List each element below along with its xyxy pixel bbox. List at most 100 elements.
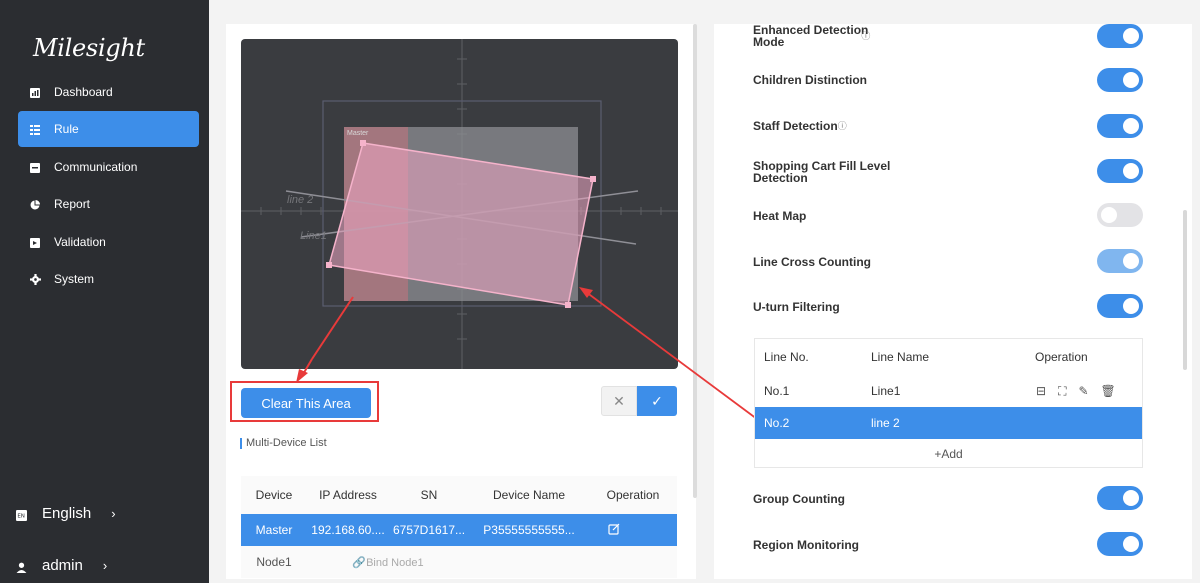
sidebar-item-rule[interactable]: Rule xyxy=(18,111,199,147)
region-handle[interactable] xyxy=(360,140,366,146)
toggle-group-counting[interactable] xyxy=(1097,486,1143,510)
sidebar-item-label: Rule xyxy=(54,122,79,136)
left-scrollbar[interactable] xyxy=(693,24,697,498)
gear-icon xyxy=(30,274,41,285)
region-handle[interactable] xyxy=(590,176,596,182)
table-header: Line No. Line Name Operation xyxy=(755,339,1142,374)
table-header: Device IP Address SN Device Name Operati… xyxy=(241,476,677,514)
table-row[interactable]: Master 192.168.60.... 6757D1617... P3555… xyxy=(241,514,677,546)
option-label-line: Staff Detection xyxy=(753,119,838,133)
sidebar-item-communication[interactable]: Communication xyxy=(18,149,199,185)
toggle-region-monitoring[interactable] xyxy=(1097,532,1143,556)
option-group-counting-label: Group Counting xyxy=(753,492,845,506)
master-label: Master xyxy=(347,130,369,137)
toggle-staff-detection[interactable] xyxy=(1097,114,1143,138)
multi-device-list-title: Multi-Device List xyxy=(240,437,327,449)
table-row[interactable]: No.1 Line1 ⊟ ⛶ ✎ 🗑 xyxy=(755,375,1142,407)
user-label: admin xyxy=(42,556,83,574)
option-heat-map-label: Heat Map xyxy=(753,209,807,223)
toggle-u-turn-filtering[interactable] xyxy=(1097,294,1143,318)
ip-cell: 192.168.60.... xyxy=(311,523,385,537)
cancel-button[interactable]: ✕ xyxy=(601,386,637,416)
column-header: Device xyxy=(255,488,293,502)
table-row[interactable]: No.2 line 2 xyxy=(755,407,1142,439)
language-label: English xyxy=(42,504,92,522)
sidebar-item-dashboard[interactable]: Dashboard xyxy=(18,74,199,110)
toggle-line-cross-counting[interactable] xyxy=(1097,249,1143,273)
column-header: Device Name xyxy=(492,488,566,502)
sidebar-item-label: Dashboard xyxy=(54,85,113,99)
svg-text:EN: EN xyxy=(17,514,25,520)
region-handle[interactable] xyxy=(565,302,571,308)
collapse-icon[interactable]: ⊟ xyxy=(1036,384,1046,399)
sn-cell: 6757D1617... xyxy=(392,523,466,537)
option-line-cross-counting-label: Line Cross Counting xyxy=(753,255,871,269)
region-handle[interactable] xyxy=(326,262,332,268)
option-u-turn-filtering-label: U-turn Filtering xyxy=(753,300,840,314)
option-enhanced-detection-label: Enhanced Detection Mode ⓘ xyxy=(753,24,870,48)
terminal-icon xyxy=(30,162,40,173)
row-operations: ⊟ ⛶ ✎ 🗑 xyxy=(1036,384,1116,399)
option-children-distinction-label: Children Distinction xyxy=(753,73,867,87)
option-label-line: Detection xyxy=(753,171,808,185)
language-icon: EN xyxy=(16,508,27,521)
column-header: Line Name xyxy=(871,349,930,364)
chevron-right-icon: › xyxy=(111,505,116,521)
clear-area-button[interactable]: Clear This Area xyxy=(241,388,371,418)
option-region-monitoring-label: Region Monitoring xyxy=(753,538,859,552)
option-staff-detection-label: Staff Detection ⓘ xyxy=(753,120,847,132)
toggle-shopping-cart[interactable] xyxy=(1097,159,1143,183)
scan-icon[interactable]: ⛶ xyxy=(1058,384,1066,399)
column-header: Operation xyxy=(606,488,660,502)
sidebar-item-report[interactable]: Report xyxy=(18,186,199,222)
device-cell: Master xyxy=(255,523,293,537)
line-name-cell: line 2 xyxy=(871,416,900,430)
device-table: Device IP Address SN Device Name Operati… xyxy=(241,476,677,578)
column-header: IP Address xyxy=(319,488,377,502)
brand-logo: Milesight xyxy=(33,34,145,62)
info-icon[interactable]: ⓘ xyxy=(838,121,847,131)
option-label-line: Mode xyxy=(753,35,785,49)
sidebar-item-system[interactable]: System xyxy=(18,261,199,297)
sidebar-item-label: Validation xyxy=(54,235,106,249)
list-icon xyxy=(30,124,40,135)
column-header: SN xyxy=(420,488,438,502)
confirm-button[interactable]: ✓ xyxy=(637,386,677,416)
sidebar-item-label: Report xyxy=(54,197,91,211)
language-selector[interactable]: EN English › xyxy=(12,498,202,528)
edit-icon[interactable] xyxy=(589,523,639,538)
line-table: Line No. Line Name Operation No.1 Line1 … xyxy=(754,338,1143,468)
info-icon[interactable]: ⓘ xyxy=(861,31,870,41)
check-icon xyxy=(30,237,40,248)
sidebar: Milesight Dashboard Rule Communication R… xyxy=(0,0,209,583)
section-title-label: Multi-Device List xyxy=(246,437,327,449)
detection-canvas[interactable]: Master line 2 Line1 xyxy=(241,39,678,369)
device-name-cell: P35555555555... xyxy=(483,523,575,537)
table-row[interactable]: Node1 🔗Bind Node1 xyxy=(241,546,677,578)
user-menu[interactable]: admin › xyxy=(12,550,202,580)
sidebar-item-label: System xyxy=(54,272,95,286)
toggle-children-distinction[interactable] xyxy=(1097,68,1143,92)
sidebar-item-label: Communication xyxy=(54,160,138,174)
column-header: Operation xyxy=(1035,349,1088,364)
bind-node-link[interactable]: 🔗Bind Node1 xyxy=(307,556,469,569)
toggle-heat-map[interactable] xyxy=(1097,203,1143,227)
line-no-cell: No.2 xyxy=(764,416,790,430)
trash-icon[interactable]: 🗑 xyxy=(1101,384,1116,399)
bind-node-label: Bind Node1 xyxy=(366,556,424,569)
device-cell: Node1 xyxy=(256,555,292,569)
chevron-right-icon: › xyxy=(102,557,108,573)
bar-chart-icon xyxy=(30,87,40,98)
sidebar-item-validation[interactable]: Validation xyxy=(18,224,199,260)
line2-label: line 2 xyxy=(287,194,314,206)
pie-chart-icon xyxy=(30,199,40,210)
right-scrollbar[interactable] xyxy=(1183,210,1187,370)
add-line-button[interactable]: +Add xyxy=(755,440,1142,468)
edit-icon[interactable]: ✎ xyxy=(1078,384,1088,399)
user-icon xyxy=(16,560,27,573)
line-no-cell: No.1 xyxy=(764,384,790,398)
column-header: Line No. xyxy=(764,349,809,364)
toggle-enhanced-detection[interactable] xyxy=(1097,24,1143,48)
option-shopping-cart-label: Shopping Cart Fill Level Detection xyxy=(753,160,890,184)
link-icon: 🔗 xyxy=(352,556,367,569)
